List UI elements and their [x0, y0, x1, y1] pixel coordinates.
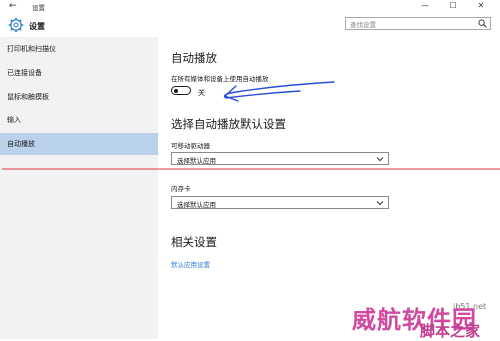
sidebar-item-typing[interactable]: 输入	[0, 109, 158, 131]
autoplay-toggle[interactable]	[171, 86, 191, 95]
gear-icon	[8, 17, 24, 33]
defaults-heading: 选择自动播放默认设置	[171, 117, 286, 131]
memory-card-value: 选择默认应用	[177, 200, 216, 209]
sidebar-item-label: 已连接设备	[7, 69, 42, 77]
minimize-button[interactable]: —	[418, 1, 432, 10]
sidebar-item-connected-devices[interactable]: 已连接设备	[0, 62, 158, 84]
watermark-sub: 脚本之家	[420, 322, 481, 340]
removable-drive-select[interactable]: 选择默认应用	[171, 152, 389, 165]
page-title: 自动播放	[171, 51, 217, 65]
app-title: 设置	[29, 22, 45, 31]
title-bar: ← 设置 — ☐ ✕	[0, 0, 500, 13]
toggle-state-text: 关	[198, 89, 205, 97]
removable-drive-label: 可移动驱动器	[171, 142, 210, 150]
autoplay-toggle-label: 在所有媒体和设备上使用自动播放	[171, 75, 269, 83]
search-input[interactable]: 查找设置	[345, 17, 491, 30]
toggle-knob	[174, 88, 178, 93]
search-placeholder: 查找设置	[350, 21, 376, 29]
sidebar: 打印机和扫描仪 已连接设备 鼠标和触摸板 输入 自动播放	[0, 37, 158, 339]
sidebar-item-label: 打印机和扫描仪	[7, 45, 56, 53]
sidebar-item-mouse-touchpad[interactable]: 鼠标和触摸板	[0, 86, 158, 108]
memory-card-label: 内存卡	[171, 185, 191, 193]
sidebar-item-label: 自动播放	[7, 140, 35, 148]
related-settings-heading: 相关设置	[171, 235, 217, 249]
window-title: 设置	[32, 4, 45, 12]
close-button[interactable]: ✕	[474, 1, 488, 10]
back-button[interactable]: ←	[9, 1, 17, 11]
maximize-button[interactable]: ☐	[446, 1, 460, 10]
memory-card-select[interactable]: 选择默认应用	[171, 196, 389, 209]
sidebar-item-label: 输入	[7, 116, 21, 124]
sidebar-item-label: 鼠标和触摸板	[7, 93, 49, 101]
default-apps-link[interactable]: 默认应用设置	[171, 259, 210, 269]
sidebar-item-autoplay[interactable]: 自动播放	[0, 133, 158, 155]
search-icon[interactable]	[478, 19, 487, 28]
chevron-down-icon	[376, 157, 384, 162]
removable-drive-value: 选择默认应用	[177, 156, 216, 165]
sidebar-item-printers[interactable]: 打印机和扫描仪	[0, 38, 158, 60]
chevron-down-icon	[376, 201, 384, 206]
